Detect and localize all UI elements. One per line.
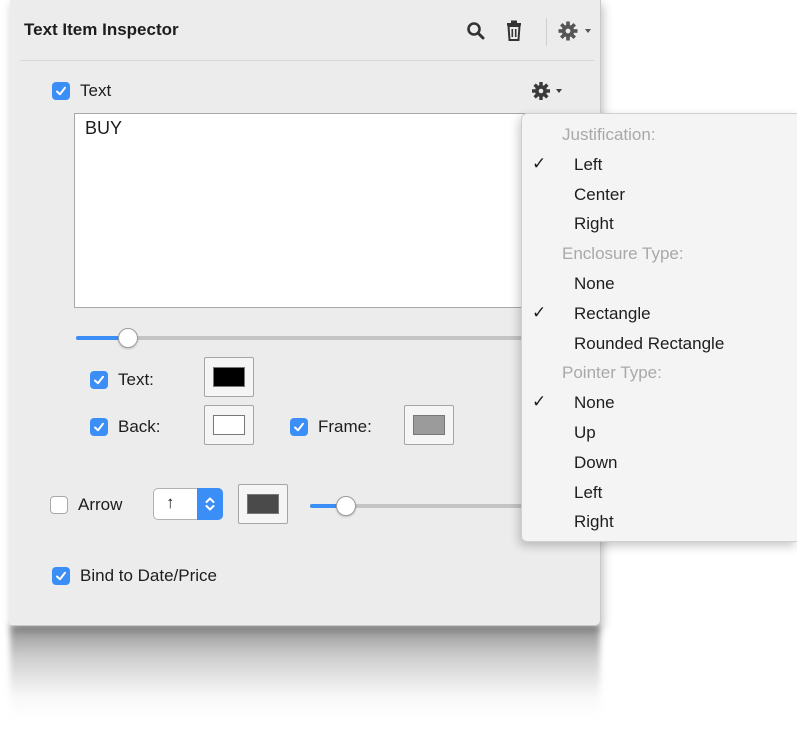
- menu-item-label: None: [574, 393, 615, 413]
- menu-item-label: Justification:: [562, 125, 656, 144]
- arrow-direction-select[interactable]: ↑: [153, 488, 223, 520]
- text-color-checkbox[interactable]: [90, 371, 108, 389]
- menu-item-label: Up: [574, 423, 596, 442]
- text-checkbox[interactable]: [52, 82, 70, 100]
- arrow-slider-knob[interactable]: [336, 496, 356, 516]
- frame-color-checkbox[interactable]: [290, 418, 308, 436]
- menu-item-left[interactable]: Left: [522, 478, 797, 508]
- menu-item-label: Center: [574, 184, 626, 204]
- back-color-swatch: [213, 415, 245, 435]
- frame-color-swatch: [413, 415, 445, 435]
- text-options-menu: Justification: ✓ Left Center Right Enclosure …: [521, 113, 797, 542]
- text-content-field[interactable]: BUY: [74, 113, 534, 308]
- menu-item-label: None: [574, 274, 615, 293]
- menu-item-none[interactable]: ✓ None: [522, 388, 797, 418]
- bind-date-price-checkbox[interactable]: [52, 567, 70, 585]
- menu-item-label: Enclosure Type:: [562, 244, 684, 264]
- trash-icon[interactable]: [502, 18, 526, 44]
- checkmark-icon: ✓: [532, 302, 547, 322]
- menu-item-label: Rectangle: [574, 303, 651, 323]
- text-checkbox-label: Text: [80, 81, 112, 100]
- text-options-gear-button[interactable]: [530, 78, 570, 104]
- checkmark-icon: ✓: [532, 153, 547, 173]
- gear-icon: [558, 21, 591, 41]
- menu-item-rounded-rectangle[interactable]: Rounded Rectangle: [522, 329, 797, 359]
- arrow-label: Arrow: [78, 495, 123, 514]
- chevron-updown-icon[interactable]: [197, 488, 223, 520]
- panel-shadow: [10, 625, 600, 720]
- frame-color-label: Frame:: [318, 417, 372, 436]
- inspector-panel: Text Item Inspector Text BUY Text: Back:…: [10, 0, 601, 626]
- menu-item-label: Right: [574, 214, 614, 234]
- menu-item-label: Down: [574, 452, 618, 472]
- search-icon[interactable]: [464, 18, 488, 44]
- menu-item-down[interactable]: Down: [522, 448, 797, 478]
- back-color-checkbox[interactable]: [90, 418, 108, 436]
- menu-item-label: Left: [574, 154, 603, 174]
- frame-color-well[interactable]: [404, 405, 454, 445]
- inspector-header: Text Item Inspector: [10, 0, 600, 62]
- bind-date-price-label: Bind to Date/Price: [80, 566, 218, 585]
- arrow-direction-value: ↑: [166, 493, 175, 512]
- menu-section-enclosure-type: Enclosure Type:: [522, 239, 797, 269]
- menu-item-none[interactable]: None: [522, 269, 797, 299]
- text-size-slider-track[interactable]: [76, 336, 534, 340]
- inspector-title: Text Item Inspector: [24, 20, 179, 39]
- menu-item-up[interactable]: Up: [522, 418, 797, 448]
- menu-item-rectangle[interactable]: ✓ Rectangle: [522, 299, 797, 329]
- header-divider: [20, 60, 594, 61]
- back-color-label: Back:: [118, 417, 161, 436]
- text-color-label: Text:: [118, 370, 154, 389]
- text-color-swatch: [213, 367, 245, 387]
- menu-item-label: Right: [574, 512, 614, 532]
- gear-icon: [532, 82, 562, 100]
- menu-item-right[interactable]: Right: [522, 507, 797, 537]
- checkmark-icon: ✓: [532, 392, 547, 412]
- arrow-color-swatch: [247, 494, 279, 514]
- menu-item-right[interactable]: Right: [522, 209, 797, 239]
- arrow-color-well[interactable]: [238, 484, 288, 524]
- menu-item-label: Left: [574, 482, 603, 502]
- text-color-well[interactable]: [204, 357, 254, 397]
- back-color-well[interactable]: [204, 405, 254, 445]
- header-separator: [546, 18, 547, 46]
- menu-item-left[interactable]: ✓ Left: [522, 150, 797, 180]
- menu-section-justification: Justification:: [522, 120, 797, 150]
- menu-item-label: Pointer Type:: [562, 363, 662, 383]
- gear-menu-button[interactable]: [556, 18, 596, 44]
- menu-item-label: Rounded Rectangle: [574, 333, 725, 353]
- arrow-checkbox[interactable]: [50, 496, 68, 514]
- menu-item-center[interactable]: Center: [522, 180, 797, 210]
- text-content-value: BUY: [85, 118, 123, 138]
- text-size-slider-knob[interactable]: [118, 328, 138, 348]
- menu-section-pointer-type: Pointer Type:: [522, 358, 797, 388]
